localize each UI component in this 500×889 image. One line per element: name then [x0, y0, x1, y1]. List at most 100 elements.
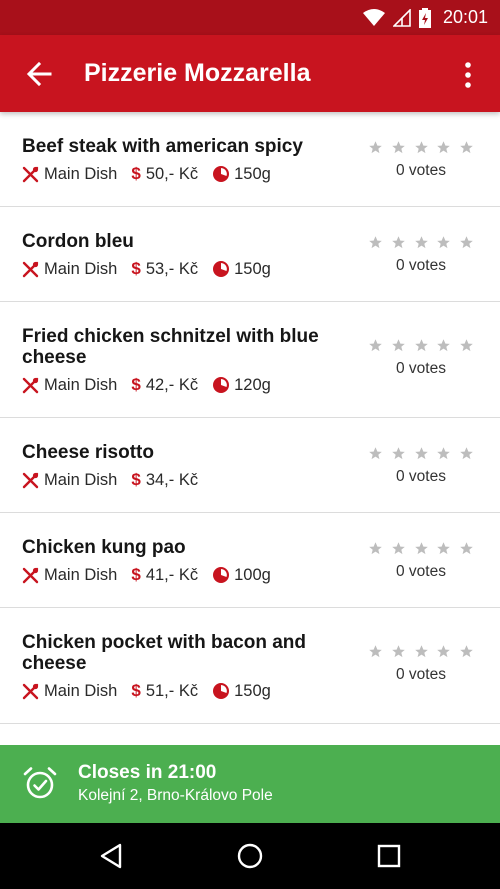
dish-weight: 100g [234, 565, 271, 584]
price-icon: $ [131, 259, 141, 278]
votes-count: 0 votes [396, 563, 446, 580]
weight-gauge-icon [213, 166, 230, 182]
status-icons: 20:01 [362, 0, 488, 35]
star-icon[interactable] [368, 541, 383, 556]
star-rating[interactable] [368, 541, 474, 557]
dish-price: 51,- Kč [145, 681, 199, 700]
star-icon[interactable] [391, 644, 406, 659]
star-icon[interactable] [414, 338, 429, 353]
price-icon: $ [131, 565, 141, 584]
dish-name: Chicken pocket with bacon and cheese [22, 632, 306, 674]
signal-icon [392, 8, 411, 27]
star-rating[interactable] [368, 644, 474, 660]
dish-category: Main Dish [44, 375, 118, 394]
closing-time: Closes in 21:00 [78, 762, 217, 783]
dish-weight: 150g [234, 164, 271, 183]
star-icon[interactable] [459, 235, 474, 250]
overflow-menu-button[interactable] [454, 55, 482, 95]
cutlery-icon [22, 166, 39, 183]
star-icon[interactable] [436, 541, 451, 556]
star-icon[interactable] [459, 644, 474, 659]
list-item[interactable]: Cordon bleu Main Dish $53,- Kč 150g 0 vo… [0, 207, 500, 302]
nav-recents-button[interactable] [369, 836, 409, 876]
rating[interactable]: 0 votes [368, 235, 474, 275]
dish-meta: Main Dish $34,- Kč [22, 470, 212, 490]
star-icon[interactable] [436, 338, 451, 353]
votes-count: 0 votes [396, 257, 446, 274]
star-icon[interactable] [414, 446, 429, 461]
dish-meta: Main Dish $51,- Kč 150g [22, 681, 285, 701]
rating[interactable]: 0 votes [368, 446, 474, 486]
star-icon[interactable] [436, 446, 451, 461]
price-icon: $ [131, 681, 141, 700]
dish-name: Cordon bleu [22, 231, 134, 252]
dish-price: 53,- Kč [145, 259, 199, 278]
star-icon[interactable] [436, 644, 451, 659]
star-icon[interactable] [414, 644, 429, 659]
dish-name: Fried chicken schnitzel with blue cheese [22, 326, 319, 368]
cutlery-icon [22, 472, 39, 489]
nav-home-icon [237, 843, 263, 869]
dish-meta: Main Dish $41,- Kč 100g [22, 565, 285, 585]
dish-price: 42,- Kč [145, 375, 199, 394]
dish-category: Main Dish [44, 681, 118, 700]
star-icon[interactable] [459, 338, 474, 353]
star-rating[interactable] [368, 338, 474, 354]
star-icon[interactable] [459, 541, 474, 556]
rating[interactable]: 0 votes [368, 338, 474, 378]
star-icon[interactable] [391, 446, 406, 461]
dish-weight: 150g [234, 259, 271, 278]
star-icon[interactable] [368, 446, 383, 461]
cutlery-icon [22, 261, 39, 278]
list-item[interactable]: Cheese risotto Main Dish $34,- Kč 0 vote… [0, 418, 500, 513]
star-icon[interactable] [391, 338, 406, 353]
star-icon[interactable] [414, 541, 429, 556]
rating[interactable]: 0 votes [368, 541, 474, 581]
dish-weight: 120g [234, 375, 271, 394]
weight-gauge-icon [213, 567, 230, 583]
dish-price: 41,- Kč [145, 565, 199, 584]
star-icon[interactable] [368, 235, 383, 250]
star-icon[interactable] [391, 235, 406, 250]
system-nav-bar [0, 823, 500, 889]
star-icon[interactable] [414, 140, 429, 155]
nav-back-icon [100, 843, 122, 869]
list-item[interactable]: Chicken kung pao Main Dish $41,- Kč 100g… [0, 513, 500, 608]
nav-home-button[interactable] [230, 836, 270, 876]
star-icon[interactable] [459, 446, 474, 461]
star-icon[interactable] [436, 235, 451, 250]
dish-category: Main Dish [44, 470, 118, 489]
rating[interactable]: 0 votes [368, 140, 474, 180]
star-icon[interactable] [459, 140, 474, 155]
votes-count: 0 votes [396, 360, 446, 377]
dish-weight: 150g [234, 681, 271, 700]
star-rating[interactable] [368, 446, 474, 462]
dish-category: Main Dish [44, 259, 118, 278]
star-icon[interactable] [414, 235, 429, 250]
menu-list[interactable]: Beef steak with american spicy Main Dish… [0, 112, 500, 745]
weight-gauge-icon [213, 683, 230, 699]
dish-name: Beef steak with american spicy [22, 136, 303, 157]
wifi-icon [362, 8, 385, 26]
list-item[interactable]: Fried chicken schnitzel with blue cheese… [0, 302, 500, 418]
price-icon: $ [131, 375, 141, 394]
list-item[interactable]: Beef steak with american spicy Main Dish… [0, 112, 500, 207]
star-icon[interactable] [368, 338, 383, 353]
nav-back-button[interactable] [91, 836, 131, 876]
back-button[interactable] [18, 53, 60, 95]
star-icon[interactable] [368, 644, 383, 659]
dish-meta: Main Dish $50,- Kč 150g [22, 164, 285, 184]
star-icon[interactable] [391, 140, 406, 155]
list-item[interactable]: Chicken pocket with bacon and cheese Mai… [0, 608, 500, 724]
opening-hours-banner[interactable]: Closes in 21:00 Kolejní 2, Brno-Královo … [0, 745, 500, 823]
more-vert-icon [465, 62, 471, 88]
star-icon[interactable] [436, 140, 451, 155]
star-rating[interactable] [368, 140, 474, 156]
star-icon[interactable] [368, 140, 383, 155]
status-bar: 20:01 [0, 0, 500, 35]
cutlery-icon [22, 567, 39, 584]
rating[interactable]: 0 votes [368, 644, 474, 684]
star-rating[interactable] [368, 235, 474, 251]
price-icon: $ [131, 164, 141, 183]
star-icon[interactable] [391, 541, 406, 556]
